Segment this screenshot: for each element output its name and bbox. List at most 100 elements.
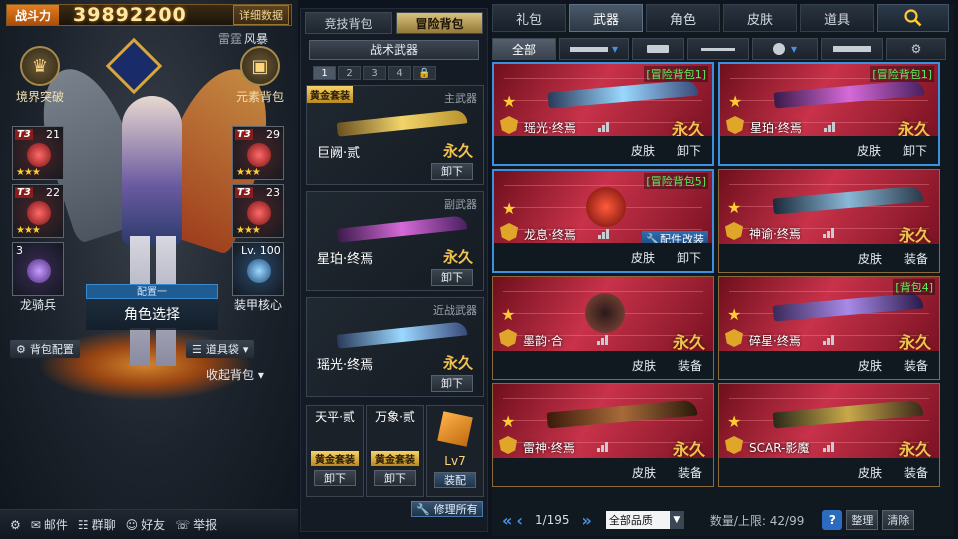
signal-bars-icon [823,228,834,238]
equip-button[interactable]: 装备 [893,248,939,268]
equip-button[interactable]: 装备 [667,355,713,375]
repair-all-button[interactable]: 🔧 修理所有 [411,501,483,517]
skin-button[interactable]: 皮肤 [847,248,893,268]
bag-config-button[interactable]: ⚙ 背包配置 [10,340,80,358]
card-icon [437,411,473,447]
skin-button[interactable]: 皮肤 [846,140,892,160]
equip-button[interactable]: 装备 [893,355,939,375]
skin-button[interactable]: 皮肤 [621,355,667,375]
equip-button[interactable]: 装备 [667,462,713,482]
combat-power-bar: 战斗力 39892200 详细数据 [6,4,292,26]
primary-unequip-button[interactable]: 卸下 [431,163,473,180]
lock-icon[interactable]: 🔒 [413,66,436,80]
equip-slot-armor-core[interactable]: Lv. 100 [232,242,284,296]
melee-weapon-slot[interactable]: 近战武器 瑶光·终焉 永久 卸下 [306,297,484,397]
bag-page-2[interactable]: 2 [338,66,361,80]
group-chat-button[interactable]: ☷ 群聊 [78,516,116,533]
bag-page-1[interactable]: 1 [313,66,336,80]
item-bag-label: 道具袋 [205,343,239,356]
first-page-icon[interactable]: « [502,511,512,530]
warehouse-tabs: 礼包 武器 角色 皮肤 道具 [492,4,954,32]
clear-button[interactable]: 清除 [882,510,915,530]
mail-button[interactable]: ✉ 邮件 [31,516,68,533]
tab-items[interactable]: 道具 [800,4,874,32]
report-button[interactable]: ☏ 举报 [175,516,217,533]
detail-data-button[interactable]: 详细数据 [233,5,289,25]
tidy-button[interactable]: 整理 [846,510,879,530]
weapon-name: 墨韵·合 [523,334,563,348]
element-bag-button[interactable]: ▣ 元素背包 [230,46,290,105]
quality-select-value: 全部品质 [608,514,653,527]
item-bag-button[interactable]: ☰ 道具袋 ▾ [186,340,255,358]
skin-button[interactable]: 皮肤 [621,462,667,482]
character-select-button[interactable]: 角色选择 [86,299,218,328]
skin-button[interactable]: 皮肤 [620,140,666,160]
character-model[interactable] [25,26,286,386]
prev-page-icon[interactable]: ‹ [516,511,523,530]
weapon-card[interactable]: ★ 雷神·终焉 永久 皮肤 装备 [492,383,714,487]
equip-slot-dragoon[interactable]: 3 [12,242,64,296]
friends-button[interactable]: ☺ 好友 [126,516,166,533]
equip-button[interactable]: 卸下 [892,140,938,160]
melee-unequip-button[interactable]: 卸下 [431,375,473,392]
weapon-card[interactable]: ★ 星珀·终焉 永久 [冒险背包1] 皮肤 卸下 [718,62,940,166]
bag-page-3[interactable]: 3 [363,66,386,80]
filter-melee[interactable] [687,38,749,60]
filter-heavy[interactable] [821,38,883,60]
equip-slot-mask[interactable]: T3 23 ★★★ [232,184,284,238]
weapon-icon [546,399,698,429]
help-button[interactable]: ? [822,510,843,530]
filter-pistols[interactable] [632,38,684,60]
realm-breakthrough-button[interactable]: ♛ 境界突破 [10,46,70,105]
throwable-1-unequip-button[interactable]: 卸下 [314,470,356,486]
collapse-bag-button[interactable]: 收起背包 ▾ [206,366,264,383]
tab-gift-pack[interactable]: 礼包 [492,4,566,32]
search-button[interactable] [877,4,949,32]
armor-core-label: 装甲核心 [233,298,282,312]
primary-weapon-slot[interactable]: 黄金套装 主武器 巨阙·贰 永久 卸下 [306,85,484,185]
skin-button[interactable]: 皮肤 [847,462,893,482]
equip-button[interactable]: 装备 [893,462,939,482]
weapon-card[interactable]: ★ SCAR-影魔 永久 皮肤 装备 [718,383,940,487]
helmet-icon [247,143,271,167]
secondary-unequip-button[interactable]: 卸下 [431,269,473,286]
equip-button[interactable]: 卸下 [666,140,712,160]
throwable-slot-1[interactable]: 天平·贰 黄金套装 卸下 [306,405,364,497]
item-equip-button[interactable]: 装配 [434,472,476,488]
skin-button[interactable]: 皮肤 [847,355,893,375]
quality-select[interactable]: 全部品质 ▼ [605,511,684,529]
mode-tab-storm[interactable]: 风暴 [244,30,268,47]
tab-arena-bag[interactable]: 竞技背包 [305,12,392,34]
primary-weapon-category: 主武器 [444,92,477,105]
filter-all[interactable]: 全部 [492,38,556,60]
next-page-icon[interactable]: » [582,511,592,530]
throwable-2-unequip-button[interactable]: 卸下 [374,470,416,486]
equip-button[interactable]: 卸下 [666,247,712,267]
weapon-card[interactable]: ★ 龙息·终焉 [冒险背包5] 🔧配件改装 皮肤 卸下 [492,169,714,273]
weapon-name: SCAR-影魔 [749,441,810,455]
secondary-weapon-slot[interactable]: 副武器 星珀·终焉 永久 卸下 [306,191,484,291]
filter-throwables[interactable]: ▾ [752,38,818,60]
throwable-slot-2[interactable]: 万象·贰 黄金套装 卸下 [366,405,424,497]
tab-weapons[interactable]: 武器 [569,4,643,32]
settings-button[interactable]: ⚙ [10,518,21,532]
tab-adventure-bag[interactable]: 冒险背包 [396,12,483,34]
social-bar: ⚙ ✉ 邮件 ☷ 群聊 ☺ 好友 ☏ 举报 [0,509,298,539]
equip-slot-helmet[interactable]: T3 29 ★★★ [232,126,284,180]
rank-shield-icon [725,222,743,240]
chevron-down-icon: ▾ [790,42,798,56]
item-slot-3[interactable]: Lv7 装配 [426,405,484,497]
weapon-icon [585,293,625,333]
tab-characters[interactable]: 角色 [646,4,720,32]
filter-rifles[interactable]: ▾ [559,38,629,60]
skin-button[interactable]: 皮肤 [620,247,666,267]
filter-settings[interactable]: ⚙ [886,38,946,60]
weapon-card[interactable]: ★ 墨韵·合 永久 皮肤 装备 [492,276,714,380]
equip-slot-weapon[interactable]: T3 22 ★★★ [12,184,64,238]
bag-page-4[interactable]: 4 [388,66,411,80]
weapon-card[interactable]: ★ 瑶光·终焉 永久 [冒险背包1] 皮肤 卸下 [492,62,714,166]
weapon-card[interactable]: ★ 碎星·终焉 永久 [背包4] 皮肤 装备 [718,276,940,380]
weapon-card[interactable]: ★ 神谕·终焉 永久 皮肤 装备 [718,169,940,273]
tab-skins[interactable]: 皮肤 [723,4,797,32]
equip-slot-armor[interactable]: T3 21 ★★★ [12,126,64,180]
